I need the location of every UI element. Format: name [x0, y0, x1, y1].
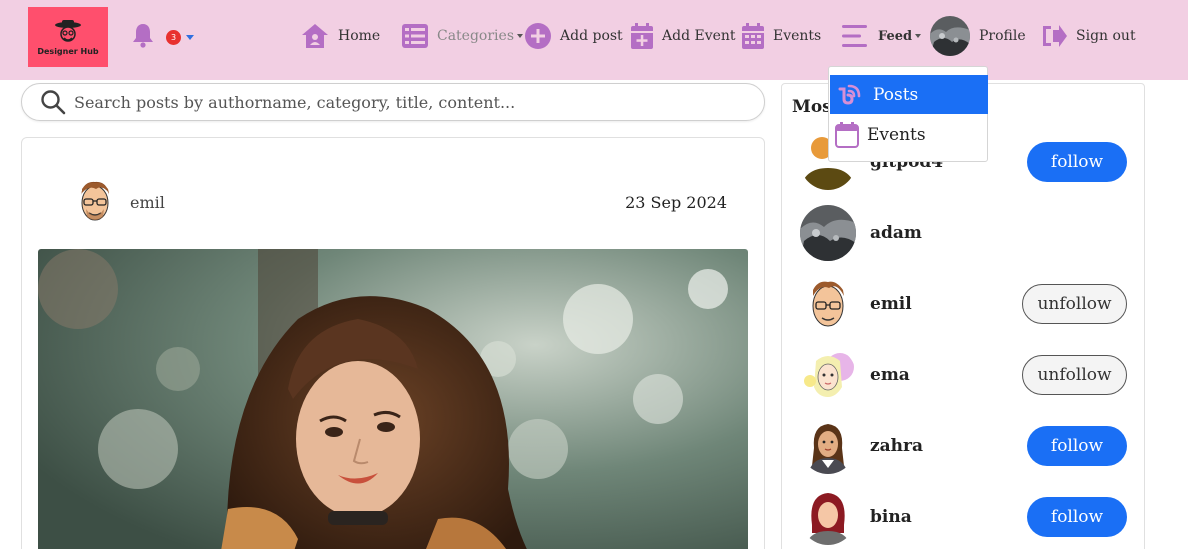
- user-avatar[interactable]: [800, 489, 856, 545]
- dropdown-item-posts[interactable]: Posts: [830, 75, 988, 114]
- nav-add-post[interactable]: Add post: [525, 0, 623, 72]
- nav-events[interactable]: Events: [742, 0, 821, 72]
- caret-down-icon: [915, 34, 922, 38]
- nav-add-event[interactable]: Add Event: [631, 0, 736, 72]
- unfollow-button[interactable]: unfollow: [1022, 284, 1127, 324]
- search-bar: [21, 83, 765, 121]
- nav-categories-label: Categories: [437, 28, 523, 44]
- user-name[interactable]: zahra: [870, 436, 923, 456]
- blog-icon: [838, 84, 861, 105]
- profile-avatar: [930, 16, 970, 56]
- post-author-avatar[interactable]: [67, 175, 122, 230]
- feed-dropdown-menu: Posts Events: [828, 66, 988, 162]
- logo-text: Designer Hub: [37, 46, 99, 56]
- follow-button[interactable]: follow: [1027, 497, 1127, 537]
- logo-icon: [55, 19, 81, 42]
- nav-profile[interactable]: Profile: [930, 0, 1026, 72]
- search-icon: [41, 90, 66, 115]
- dropdown-item-events[interactable]: Events: [830, 115, 988, 154]
- nav-home[interactable]: Home: [301, 0, 380, 72]
- nav-categories[interactable]: Categories: [402, 0, 523, 72]
- user-name[interactable]: emil: [870, 294, 912, 314]
- user-name[interactable]: bina: [870, 507, 912, 527]
- post-author[interactable]: emil: [67, 175, 165, 230]
- user-avatar[interactable]: [800, 347, 856, 403]
- user-row: ema unfollow: [800, 347, 1130, 403]
- dropdown-item-events-label: Events: [867, 124, 926, 145]
- user-row: zahra follow: [800, 418, 1130, 474]
- nav-add-event-label: Add Event: [662, 28, 736, 44]
- plus-circle-icon: [525, 23, 551, 49]
- user-row: bina follow: [800, 489, 1130, 545]
- follow-button[interactable]: follow: [1027, 426, 1127, 466]
- user-avatar[interactable]: [800, 276, 856, 332]
- calendar-plus-icon: [631, 23, 653, 49]
- navbar: Designer Hub 3 Home Categories Add post …: [0, 0, 1188, 80]
- unfollow-button[interactable]: unfollow: [1022, 355, 1127, 395]
- notification-caret-icon[interactable]: [186, 35, 194, 40]
- nav-feed[interactable]: Feed: [842, 0, 922, 72]
- dropdown-item-posts-label: Posts: [873, 84, 919, 105]
- brand-logo[interactable]: Designer Hub: [28, 7, 108, 67]
- list-icon: [402, 24, 428, 48]
- calendar-icon: [835, 121, 859, 148]
- calendar-icon: [742, 23, 764, 49]
- search-input[interactable]: [74, 92, 754, 112]
- post-card: emil 23 Sep 2024: [21, 137, 765, 549]
- post-date: 23 Sep 2024: [625, 193, 727, 212]
- user-name[interactable]: adam: [870, 223, 922, 243]
- follow-button[interactable]: follow: [1027, 142, 1127, 182]
- home-icon: [302, 24, 328, 48]
- post-image[interactable]: [38, 249, 748, 549]
- notification-bell-icon[interactable]: [131, 22, 155, 52]
- nav-profile-label: Profile: [979, 28, 1026, 44]
- notification-count-badge: 3: [166, 30, 181, 45]
- post-author-name[interactable]: emil: [130, 193, 165, 212]
- user-row: adam: [800, 205, 1130, 261]
- caret-down-icon: [517, 34, 523, 38]
- nav-feed-label: Feed: [878, 29, 922, 44]
- user-avatar[interactable]: [800, 418, 856, 474]
- user-row: emil unfollow: [800, 276, 1130, 332]
- feed-menu-icon: [842, 25, 867, 47]
- nav-home-label: Home: [338, 28, 381, 44]
- user-avatar[interactable]: [800, 205, 856, 261]
- nav-events-label: Events: [773, 28, 822, 44]
- nav-sign-out[interactable]: Sign out: [1041, 0, 1136, 72]
- user-name[interactable]: ema: [870, 365, 910, 385]
- nav-add-post-label: Add post: [560, 28, 623, 44]
- sign-out-icon: [1043, 25, 1067, 47]
- nav-sign-out-label: Sign out: [1076, 28, 1136, 44]
